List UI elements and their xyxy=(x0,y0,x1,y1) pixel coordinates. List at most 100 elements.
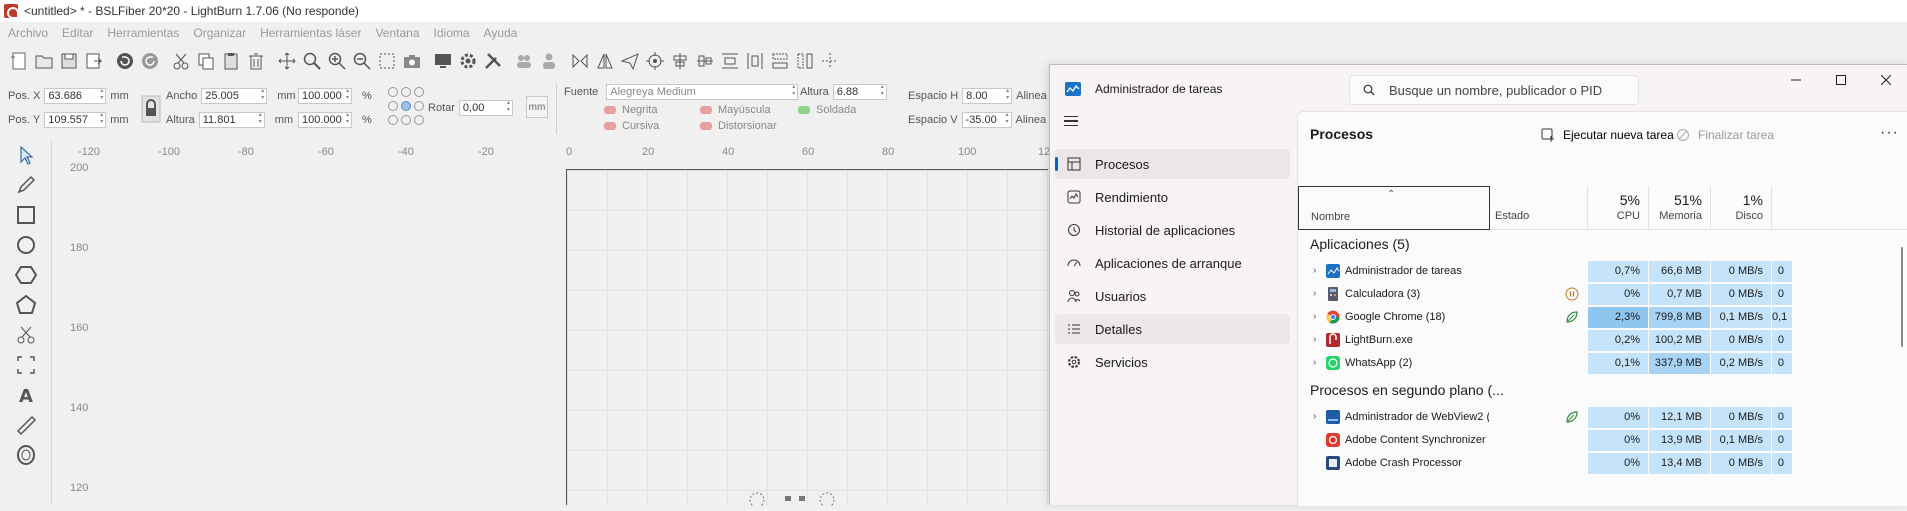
menu-editar[interactable]: Editar xyxy=(62,23,93,43)
monitor-icon[interactable] xyxy=(430,49,455,74)
font-altura-field[interactable]: 6.88 xyxy=(832,84,887,100)
copy-icon[interactable] xyxy=(193,49,218,74)
altura-field[interactable]: 11.801 xyxy=(198,112,265,128)
pentagon-icon[interactable] xyxy=(0,290,52,320)
flip-horizontal-icon[interactable] xyxy=(567,49,592,74)
nav-item-historial[interactable]: Historial de aplicaciones xyxy=(1055,215,1290,245)
work-area[interactable] xyxy=(566,169,1048,508)
size-height-icon[interactable] xyxy=(792,49,817,74)
expand-chevron-icon[interactable]: › xyxy=(1313,357,1316,368)
save-icon[interactable] xyxy=(56,49,81,74)
frame-selection-icon[interactable] xyxy=(374,49,399,74)
expand-chevron-icon[interactable]: › xyxy=(1313,411,1316,422)
column-memoria[interactable]: 51% Memoria xyxy=(1649,186,1711,230)
table-row[interactable]: › Google Chrome (18) 2,3% 799,8 MB 0,1 M… xyxy=(1298,306,1907,329)
close-button[interactable] xyxy=(1863,65,1907,95)
selected-shape[interactable] xyxy=(747,488,837,508)
size-width-icon[interactable] xyxy=(767,49,792,74)
table-row[interactable]: › LightBurn.exe 0,2% 100,2 MB 0 MB/s 0 xyxy=(1298,329,1907,352)
crosshair-icon[interactable] xyxy=(817,49,842,74)
table-row[interactable]: Adobe Crash Processor 0% 13,4 MB 0 MB/s … xyxy=(1298,452,1907,475)
search-box[interactable]: Busque un nombre, publicador o PID xyxy=(1349,75,1639,105)
distorsionar-toggle[interactable] xyxy=(700,122,712,130)
open-folder-icon[interactable] xyxy=(31,49,56,74)
table-row[interactable]: › Calculadora (3) 0% 0,7 MB 0 MB/s 0 xyxy=(1298,283,1907,306)
expand-chevron-icon[interactable]: › xyxy=(1313,334,1316,345)
menu-herramientas-laser[interactable]: Herramientas láser xyxy=(260,23,361,43)
delete-icon[interactable] xyxy=(243,49,268,74)
edit-nodes-icon[interactable] xyxy=(0,320,52,350)
redo-icon[interactable] xyxy=(137,49,162,74)
table-row[interactable]: › Administrador de tareas 0,7% 66,6 MB 0… xyxy=(1298,260,1907,283)
expand-chevron-icon[interactable]: › xyxy=(1313,288,1316,299)
ancho-field[interactable]: 25.005 xyxy=(201,88,268,104)
target-icon[interactable] xyxy=(642,49,667,74)
tools-icon[interactable] xyxy=(480,49,505,74)
vertical-scrollbar[interactable] xyxy=(1901,247,1903,347)
units-toggle-button[interactable]: mm xyxy=(526,96,548,118)
mayuscula-toggle[interactable] xyxy=(700,106,712,114)
offset-icon[interactable] xyxy=(0,440,52,470)
ungroup-icon[interactable] xyxy=(536,49,561,74)
more-options-icon[interactable]: ··· xyxy=(1880,124,1899,142)
text-tool-icon[interactable]: A xyxy=(0,380,52,410)
rotar-field[interactable]: 0,00 xyxy=(458,100,513,116)
maximize-button[interactable] xyxy=(1818,65,1863,95)
distribute-vertical-icon[interactable] xyxy=(717,49,742,74)
measure-icon[interactable] xyxy=(0,410,52,440)
column-estado[interactable]: Estado xyxy=(1490,186,1588,230)
position-laser-icon[interactable] xyxy=(0,350,52,380)
camera-icon[interactable] xyxy=(399,49,424,74)
expand-chevron-icon[interactable]: › xyxy=(1313,265,1316,276)
move-icon[interactable] xyxy=(274,49,299,74)
minimize-button[interactable] xyxy=(1773,65,1818,95)
align-middle-icon[interactable] xyxy=(692,49,717,74)
cut-icon[interactable] xyxy=(168,49,193,74)
hamburger-menu-icon[interactable] xyxy=(1060,111,1090,131)
nav-item-servicios[interactable]: Servicios xyxy=(1055,347,1290,377)
group-icon[interactable] xyxy=(511,49,536,74)
menu-herramientas[interactable]: Herramientas xyxy=(107,23,179,43)
menu-archivo[interactable]: Archivo xyxy=(8,23,48,43)
new-file-icon[interactable] xyxy=(6,49,31,74)
end-task-button[interactable]: Finalizar tarea xyxy=(1676,123,1774,147)
cursiva-toggle[interactable] xyxy=(604,122,616,130)
zoom-out-icon[interactable] xyxy=(349,49,374,74)
anchor-point-selector[interactable] xyxy=(386,84,428,128)
section-background-header[interactable]: Procesos en segundo plano (... xyxy=(1310,382,1504,398)
expand-chevron-icon[interactable]: › xyxy=(1313,311,1316,322)
lock-aspect-icon[interactable] xyxy=(140,94,162,124)
align-center-icon[interactable] xyxy=(667,49,692,74)
nav-item-procesos[interactable]: Procesos xyxy=(1055,149,1290,179)
distribute-horizontal-icon[interactable] xyxy=(742,49,767,74)
select-arrow-icon[interactable] xyxy=(0,140,52,170)
send-icon[interactable] xyxy=(617,49,642,74)
column-cpu[interactable]: 5% CPU xyxy=(1588,186,1649,230)
nav-item-arranque[interactable]: Aplicaciones de arranque xyxy=(1055,248,1290,278)
pen-icon[interactable] xyxy=(0,170,52,200)
menu-idioma[interactable]: Idioma xyxy=(434,23,470,43)
negrita-toggle[interactable] xyxy=(604,106,616,114)
nav-item-usuarios[interactable]: Usuarios xyxy=(1055,281,1290,311)
column-disco[interactable]: 1% Disco xyxy=(1711,186,1772,230)
menu-ventana[interactable]: Ventana xyxy=(375,23,419,43)
mirror-icon[interactable] xyxy=(592,49,617,74)
menu-organizar[interactable]: Organizar xyxy=(193,23,246,43)
rectangle-icon[interactable] xyxy=(0,200,52,230)
soldada-toggle[interactable] xyxy=(798,106,810,114)
menu-ayuda[interactable]: Ayuda xyxy=(484,23,518,43)
column-nombre[interactable]: ⌃ Nombre xyxy=(1298,186,1490,230)
scale-height-field[interactable]: 100.000 xyxy=(298,112,352,128)
espacio-v-field[interactable]: -35.00 xyxy=(961,112,1012,128)
nav-item-detalles[interactable]: Detalles xyxy=(1055,314,1290,344)
paste-icon[interactable] xyxy=(218,49,243,74)
settings-gear-icon[interactable] xyxy=(455,49,480,74)
table-row[interactable]: › Administrador de WebView2 (8) 0% 12,1 … xyxy=(1298,406,1907,429)
polygon-icon[interactable] xyxy=(0,260,52,290)
run-new-task-button[interactable]: Ejecutar nueva tarea xyxy=(1541,123,1674,147)
zoom-icon[interactable] xyxy=(299,49,324,74)
section-apps-header[interactable]: Aplicaciones (5) xyxy=(1310,236,1410,252)
nav-item-rendimiento[interactable]: Rendimiento xyxy=(1055,182,1290,212)
save-as-icon[interactable] xyxy=(81,49,106,74)
font-select[interactable]: Alegreya Medium xyxy=(606,84,799,100)
